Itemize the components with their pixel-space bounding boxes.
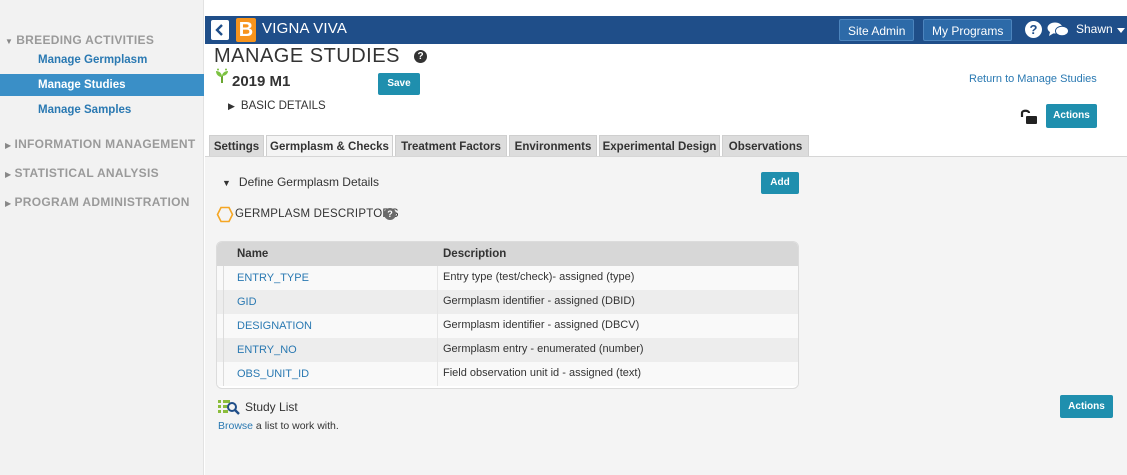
browse-hint: Browse a list to work with. bbox=[218, 420, 339, 432]
save-button[interactable]: Save bbox=[378, 73, 420, 95]
basic-details-label: BASIC DETAILS bbox=[240, 100, 326, 112]
define-germplasm-label: Define Germplasm Details bbox=[238, 175, 379, 189]
row-divider bbox=[223, 314, 224, 338]
tab-environments[interactable]: Environments bbox=[509, 135, 597, 157]
column-divider bbox=[437, 266, 438, 290]
sidebar-section-program-administration[interactable]: ▶ PROGRAM ADMINISTRATION bbox=[5, 195, 190, 209]
browse-hint-text: a list to work with. bbox=[253, 420, 339, 432]
study-list-title: Study List bbox=[245, 400, 298, 414]
caret-right-icon: ▶ bbox=[228, 101, 235, 111]
descriptor-name-link[interactable]: OBS_UNIT_ID bbox=[237, 368, 309, 380]
descriptor-name-link[interactable]: ENTRY_TYPE bbox=[237, 272, 309, 284]
column-divider bbox=[437, 290, 438, 314]
chat-icon[interactable] bbox=[1047, 22, 1069, 38]
tab-germplasm-checks[interactable]: Germplasm & Checks bbox=[266, 135, 393, 158]
row-divider bbox=[223, 338, 224, 362]
caret-down-icon: ▼ bbox=[5, 37, 14, 46]
descriptor-name-link[interactable]: DESIGNATION bbox=[237, 320, 312, 332]
return-to-manage-studies-link[interactable]: Return to Manage Studies bbox=[969, 73, 1097, 85]
sidebar-section-label: BREEDING ACTIVITIES bbox=[16, 33, 155, 47]
table-row: DESIGNATION Germplasm identifier - assig… bbox=[217, 314, 798, 338]
caret-right-icon: ▶ bbox=[5, 141, 12, 150]
hexagon-icon bbox=[216, 206, 234, 223]
add-button[interactable]: Add bbox=[761, 172, 799, 194]
caret-right-icon: ▶ bbox=[5, 199, 12, 208]
page-title: MANAGE STUDIES bbox=[214, 45, 400, 67]
sidebar-section-information-management[interactable]: ▶ INFORMATION MANAGEMENT bbox=[5, 137, 195, 151]
sidebar-item-manage-samples[interactable]: Manage Samples bbox=[0, 99, 204, 121]
row-divider bbox=[223, 362, 224, 386]
caret-right-icon: ▶ bbox=[5, 170, 12, 179]
app-title: VIGNA VIVA bbox=[262, 20, 348, 37]
column-header-name[interactable]: Name bbox=[237, 248, 268, 260]
sidebar-section-breeding-activities[interactable]: ▼ BREEDING ACTIVITIES bbox=[5, 33, 154, 47]
descriptor-description: Field observation unit id - assigned (te… bbox=[443, 367, 642, 379]
browse-link[interactable]: Browse bbox=[218, 420, 253, 432]
help-icon[interactable]: ? bbox=[384, 208, 396, 220]
column-divider bbox=[437, 338, 438, 362]
descriptor-name-link[interactable]: ENTRY_NO bbox=[237, 344, 297, 356]
app-logo: B bbox=[236, 18, 256, 42]
chevron-left-icon bbox=[215, 24, 223, 36]
germplasm-descriptors-title: GERMPLASM DESCRIPTORS bbox=[235, 208, 399, 220]
table-row: ENTRY_TYPE Entry type (test/check)- assi… bbox=[217, 266, 798, 290]
descriptor-name-link[interactable]: GID bbox=[237, 296, 257, 308]
table-row: ENTRY_NO Germplasm entry - enumerated (n… bbox=[217, 338, 798, 362]
row-divider bbox=[223, 290, 224, 314]
table-row: OBS_UNIT_ID Field observation unit id - … bbox=[217, 362, 798, 386]
sidebar-section-label: PROGRAM ADMINISTRATION bbox=[14, 195, 190, 209]
caret-down-icon: ▼ bbox=[222, 178, 231, 188]
sidebar-section-label: INFORMATION MANAGEMENT bbox=[14, 137, 196, 151]
descriptor-description: Germplasm entry - enumerated (number) bbox=[443, 343, 644, 355]
my-programs-button[interactable]: My Programs bbox=[923, 19, 1013, 41]
sidebar-section-label: STATISTICAL ANALYSIS bbox=[14, 166, 159, 180]
germplasm-descriptors-table: Name Description ENTRY_TYPE Entry type (… bbox=[216, 241, 799, 389]
sidebar-item-manage-studies[interactable]: Manage Studies bbox=[0, 74, 204, 96]
sidebar: ▼ BREEDING ACTIVITIES Manage Germplasm Ma… bbox=[0, 0, 204, 475]
sidebar-item-manage-germplasm[interactable]: Manage Germplasm bbox=[0, 49, 204, 71]
list-search-icon bbox=[218, 400, 240, 415]
sidebar-section-statistical-analysis[interactable]: ▶ STATISTICAL ANALYSIS bbox=[5, 166, 159, 180]
help-icon[interactable]: ? bbox=[414, 50, 427, 63]
row-divider bbox=[223, 266, 224, 290]
column-divider bbox=[437, 362, 438, 386]
descriptor-description: Germplasm identifier - assigned (DBID) bbox=[443, 295, 635, 307]
help-icon[interactable]: ? bbox=[1025, 21, 1042, 38]
tab-treatment-factors[interactable]: Treatment Factors bbox=[395, 135, 507, 157]
tab-settings[interactable]: Settings bbox=[209, 135, 264, 157]
descriptor-description: Germplasm identifier - assigned (DBCV) bbox=[443, 319, 640, 331]
column-divider bbox=[437, 314, 438, 338]
sidebar-item-label: Manage Samples bbox=[38, 104, 132, 116]
actions-button[interactable]: Actions bbox=[1046, 104, 1097, 128]
define-germplasm-toggle[interactable]: ▼ Define Germplasm Details bbox=[222, 175, 379, 189]
site-admin-button[interactable]: Site Admin bbox=[839, 19, 915, 41]
sidebar-item-label: Manage Germplasm bbox=[38, 54, 148, 66]
descriptor-description: Entry type (test/check)- assigned (type) bbox=[443, 271, 635, 283]
column-header-description[interactable]: Description bbox=[443, 248, 506, 260]
basic-details-toggle[interactable]: ▶ BASIC DETAILS bbox=[228, 100, 326, 112]
back-button[interactable] bbox=[211, 20, 229, 40]
top-navigation-bar: B VIGNA VIVA Site Admin My Programs ? Sh… bbox=[205, 16, 1127, 44]
user-menu[interactable]: Shawn bbox=[1076, 22, 1113, 36]
study-list-actions-button[interactable]: Actions bbox=[1060, 395, 1113, 418]
caret-down-icon[interactable] bbox=[1117, 28, 1125, 33]
tab-experimental-design[interactable]: Experimental Design bbox=[599, 135, 720, 157]
sprout-icon bbox=[216, 68, 228, 83]
unlock-icon[interactable] bbox=[1020, 109, 1038, 125]
study-name: 2019 M1 bbox=[232, 73, 291, 90]
table-row: GID Germplasm identifier - assigned (DBI… bbox=[217, 290, 798, 314]
tab-observations[interactable]: Observations bbox=[722, 135, 809, 157]
sidebar-item-label: Manage Studies bbox=[38, 79, 126, 91]
table-header: Name Description bbox=[217, 242, 798, 266]
